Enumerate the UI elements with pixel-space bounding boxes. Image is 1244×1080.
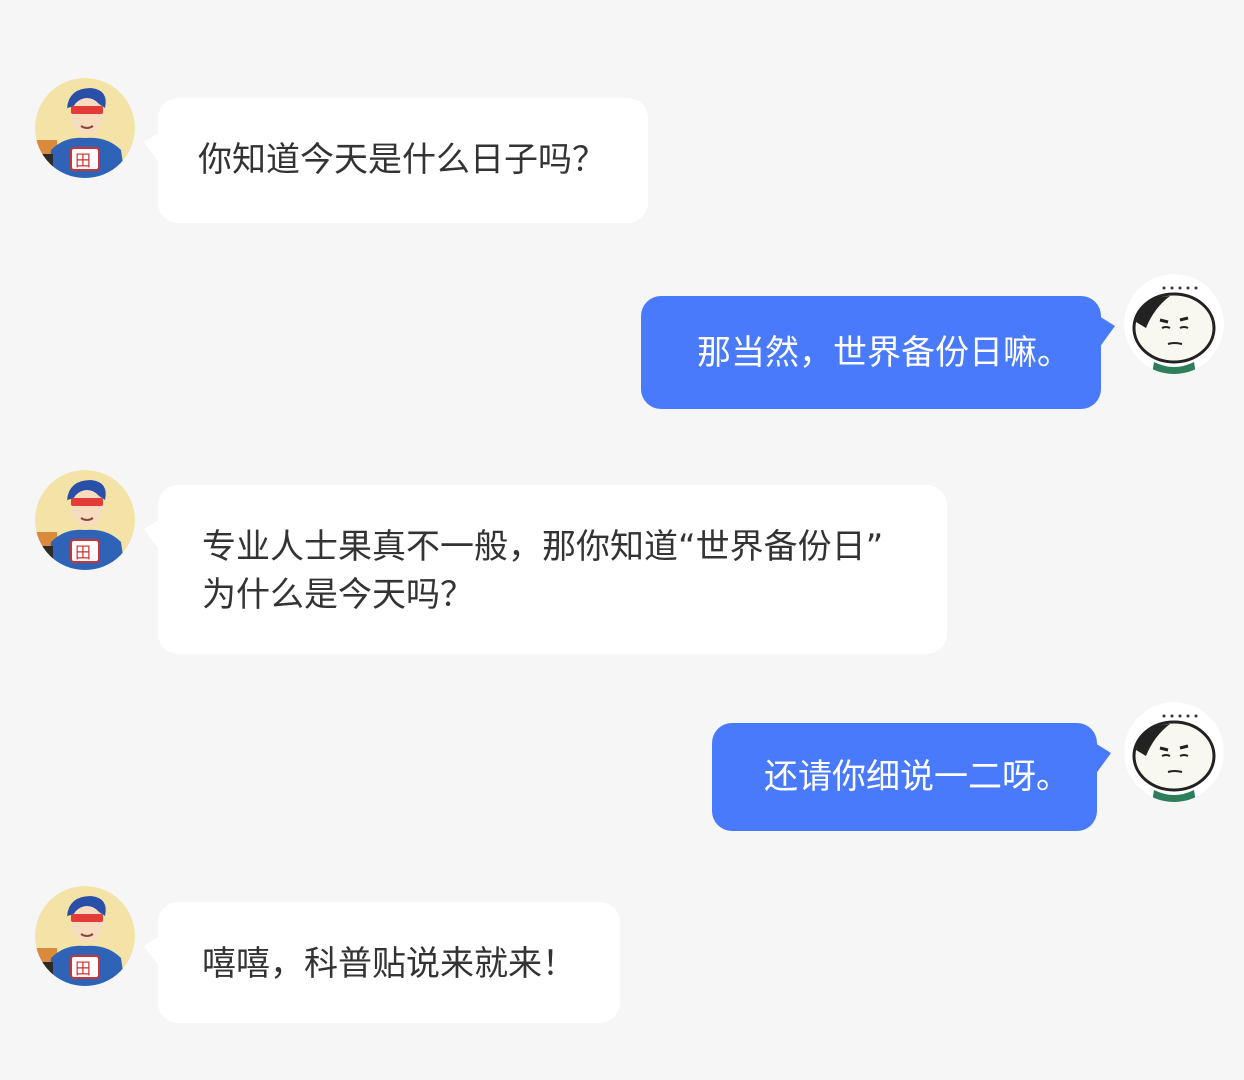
message-text: 专业人士果真不一般，那你知道“世界备份日” [202,527,884,567]
superhero-avatar[interactable]: 田 [35,78,135,178]
svg-text:田: 田 [75,543,91,562]
superhero-avatar[interactable]: 田 [35,886,135,986]
message-bubble-outgoing: 那当然，世界备份日嘛。 [641,296,1115,409]
message-text: 你知道今天是什么日子吗？ [198,140,606,180]
meme-face-avatar[interactable] [1124,702,1224,802]
message-bubble-incoming: 嘻嘻，科普贴说来就来！ [144,902,620,1023]
svg-text:田: 田 [75,151,91,170]
message-text: 还请你细说一二呀。 [764,757,1070,797]
message-bubble-incoming: 专业人士果真不一般，那你知道“世界备份日” 为什么是今天吗？ [144,485,947,654]
message-text: 嘻嘻，科普贴说来就来！ [202,944,576,984]
message-text: 那当然，世界备份日嘛。 [697,333,1071,373]
message-bubble-outgoing: 还请你细说一二呀。 [712,723,1111,831]
message-bubble-incoming: 你知道今天是什么日子吗？ [144,98,648,223]
chat-thread: 田 你知道今天是什么日子吗？ 那当然，世界备份日嘛。 田 专业人士果真不一般，那… [0,0,1244,1080]
svg-text:田: 田 [75,959,91,978]
superhero-avatar[interactable]: 田 [35,470,135,570]
message-text: 为什么是今天吗？ [202,575,474,615]
meme-face-avatar[interactable] [1124,274,1224,374]
